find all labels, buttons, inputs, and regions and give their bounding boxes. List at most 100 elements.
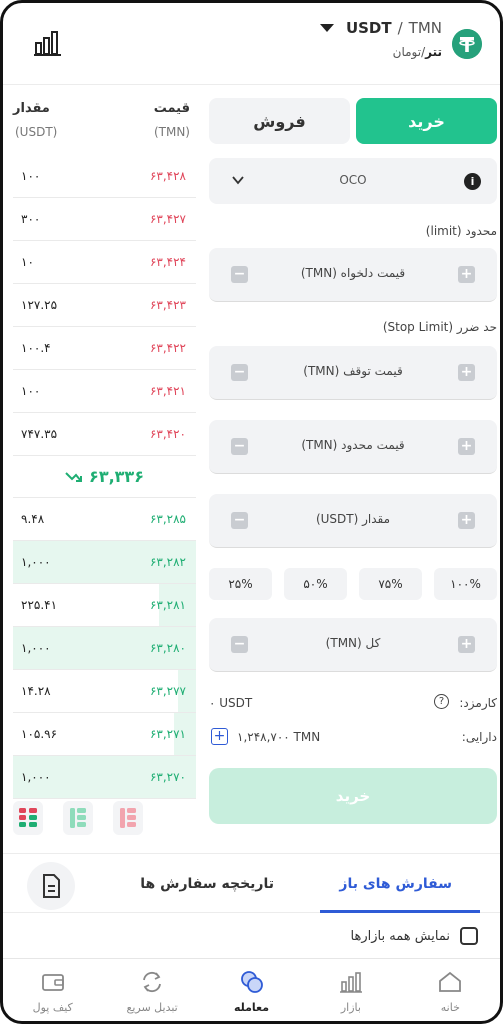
percent-25-button[interactable]: ۲۵% [209, 568, 272, 600]
buy-order-row[interactable]: ۱۴.۲۸ ۶۳,۲۷۷ [13, 670, 196, 713]
decrement-button[interactable]: − [231, 636, 248, 653]
percent-50-button[interactable]: ۵۰% [284, 568, 347, 600]
order-price: ۶۳,۴۲۴ [149, 255, 186, 269]
tab-buy[interactable]: خرید [356, 98, 497, 144]
percent-buttons: ۱۰۰% ۷۵% ۵۰% ۲۵% [209, 568, 497, 600]
buy-order-row[interactable]: ۱,۰۰۰ ۶۳,۲۸۲ [13, 541, 196, 584]
buy-order-row[interactable]: ۱۰۵.۹۶ ۶۳,۲۷۱ [13, 713, 196, 756]
quote-symbol: TMN [408, 19, 442, 37]
order-amount: ۱۰ [21, 255, 34, 269]
market-selector[interactable]: USDT / TMN تتر/تومان [319, 19, 442, 59]
buy-order-row[interactable]: ۱,۰۰۰ ۶۳,۲۷۰ [13, 756, 196, 799]
order-book-header: مقدار (USDT) قیمت (TMN) [13, 85, 196, 155]
order-price: ۶۳,۲۷۷ [149, 684, 186, 698]
percent-75-button[interactable]: ۷۵% [359, 568, 422, 600]
layout-buy-icon [70, 808, 86, 828]
order-price: ۶۳,۲۸۱ [149, 598, 186, 612]
order-amount: ۱,۰۰۰ [21, 555, 51, 569]
nav-home[interactable]: خانه [401, 959, 500, 1021]
help-icon[interactable]: ? [434, 694, 449, 709]
layout-buy-button[interactable] [63, 801, 93, 835]
order-type-select[interactable]: i OCO [209, 158, 497, 204]
layout-sell-icon [120, 808, 136, 828]
percent-100-button[interactable]: ۱۰۰% [434, 568, 497, 600]
price-header: قیمت [153, 101, 190, 116]
orders-tabs: سفارش های باز تاریخچه سفارش ها [3, 853, 500, 913]
sell-order-row[interactable]: ۳۰۰ ۶۳,۴۲۷ [13, 198, 196, 241]
balance-value: ۱,۲۴۸,۷۰۰ TMN [237, 730, 321, 744]
total-placeholder: کل (TMN) [325, 636, 381, 650]
sell-order-row[interactable]: ۱۲۷.۲۵ ۶۳,۴۲۳ [13, 284, 196, 327]
decrement-button[interactable]: − [231, 512, 248, 529]
header: USDT / TMN تتر/تومان [3, 3, 500, 85]
chevron-down-icon [232, 176, 244, 185]
order-amount: ۹.۴۸ [21, 512, 45, 526]
show-all-markets[interactable]: نمایش همه بازارها [351, 927, 478, 945]
order-amount: ۱۴.۲۸ [21, 684, 51, 698]
trend-down-icon [65, 471, 83, 482]
amount-unit: (USDT) [15, 125, 58, 139]
order-amount: ۱۲۷.۲۵ [21, 298, 58, 312]
decrement-button[interactable]: − [231, 438, 248, 455]
order-amount: ۳۰۰ [21, 212, 41, 226]
market-icon [339, 972, 362, 993]
sell-order-row[interactable]: ۱۰۰.۴ ۶۳,۴۲۲ [13, 327, 196, 370]
buy-order-row[interactable]: ۹.۴۸ ۶۳,۲۸۵ [13, 498, 196, 541]
fee-value: ۰ USDT [209, 696, 253, 710]
order-price: ۶۳,۲۸۰ [149, 641, 186, 655]
sell-order-row[interactable]: ۱۰ ۶۳,۴۲۴ [13, 241, 196, 284]
order-price: ۶۳,۲۸۲ [149, 555, 186, 569]
last-price: ۶۳,۳۳۶ [13, 456, 196, 498]
order-price: ۶۳,۴۲۳ [149, 298, 186, 312]
order-type-value: OCO [339, 173, 367, 187]
show-all-checkbox[interactable] [460, 927, 478, 945]
layout-both-button[interactable] [13, 801, 43, 835]
order-price: ۶۳,۴۲۸ [149, 169, 186, 183]
order-amount: ۱۰۰.۴ [21, 341, 51, 355]
buy-order-row[interactable]: ۱,۰۰۰ ۶۳,۲۸۰ [13, 627, 196, 670]
order-form: خرید فروش i OCO محدود (limit) + قیمت دلخ… [209, 98, 497, 824]
submit-buy-button[interactable]: خرید [209, 768, 497, 824]
total-field[interactable]: + کل (TMN) − [209, 618, 497, 672]
side-tabs: خرید فروش [209, 98, 497, 144]
bottom-nav: کیف پول تبدیل سریع معامله بازار خانه [3, 958, 500, 1021]
buy-order-row[interactable]: ۲۲۵.۴۱ ۶۳,۲۸۱ [13, 584, 196, 627]
wallet-icon [41, 974, 64, 991]
sell-order-row[interactable]: ۱۰۰ ۶۳,۴۲۱ [13, 370, 196, 413]
orders-document-button[interactable] [27, 862, 75, 910]
limit-price-field[interactable]: + قیمت محدود (TMN) − [209, 420, 497, 474]
order-price: ۶۳,۴۲۱ [149, 384, 186, 398]
tab-order-history[interactable]: تاریخچه سفارش ها [140, 876, 274, 892]
amount-field[interactable]: + مقدار (USDT) − [209, 494, 497, 548]
sell-order-row[interactable]: ۷۴۷.۳۵ ۶۳,۴۲۰ [13, 413, 196, 456]
nav-convert[interactable]: تبدیل سریع [102, 959, 201, 1021]
show-all-label: نمایش همه بازارها [350, 928, 450, 944]
layout-sell-button[interactable] [113, 801, 143, 835]
order-amount: ۱۰۰ [21, 384, 41, 398]
convert-icon [143, 971, 162, 993]
chart-icon[interactable] [33, 29, 63, 57]
order-price: ۶۳,۴۲۲ [149, 341, 186, 355]
order-amount: ۱,۰۰۰ [21, 641, 51, 655]
nav-market[interactable]: بازار [301, 959, 400, 1021]
limit-section-label: محدود (limit) [425, 224, 497, 238]
decrement-button[interactable]: − [231, 364, 248, 381]
nav-trade[interactable]: معامله [202, 959, 301, 1021]
app-frame: USDT / TMN تتر/تومان مقدار (USDT) قیمت (… [0, 0, 503, 1024]
order-price: ۶۳,۲۸۵ [149, 512, 186, 526]
caret-down-icon [319, 24, 334, 32]
tab-open-orders[interactable]: سفارش های باز [339, 876, 452, 892]
stop-price-field[interactable]: + قیمت توقف (TMN) − [209, 346, 497, 400]
sell-order-row[interactable]: ۱۰۰ ۶۳,۴۲۸ [13, 155, 196, 198]
desired-price-field[interactable]: + قیمت دلخواه (TMN) − [209, 248, 497, 302]
order-price: ۶۳,۲۷۰ [149, 770, 186, 784]
nav-wallet[interactable]: کیف پول [3, 959, 102, 1021]
decrement-button[interactable]: − [231, 266, 248, 283]
tab-sell[interactable]: فروش [209, 98, 350, 144]
deposit-plus-icon[interactable]: + [211, 728, 228, 745]
active-tab-indicator [320, 910, 480, 913]
layout-both-icon [19, 808, 37, 827]
order-amount: ۷۴۷.۳۵ [21, 427, 58, 441]
fee-row: کارمزد: ? ۰ USDT [209, 686, 497, 720]
market-subtitle: تتر/تومان [392, 45, 442, 59]
